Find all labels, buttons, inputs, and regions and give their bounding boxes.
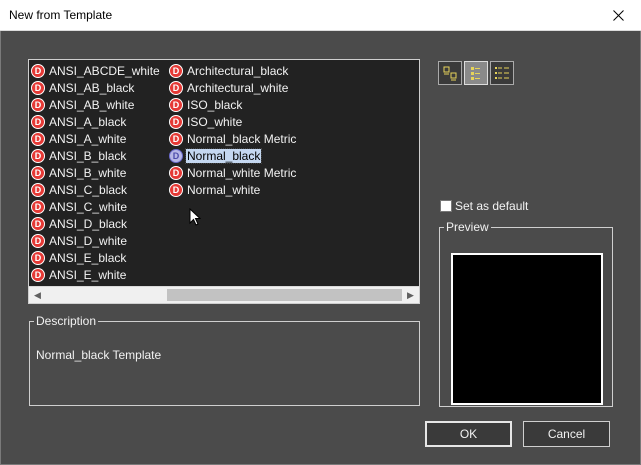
drawing-template-icon: D bbox=[31, 182, 45, 197]
template-item-label: ANSI_E_black bbox=[49, 250, 127, 265]
large-icons-view-button[interactable] bbox=[438, 61, 462, 85]
set-as-default-label: Set as default bbox=[455, 199, 529, 213]
template-item[interactable]: D ANSI_E_white bbox=[31, 266, 127, 283]
template-item[interactable]: D ANSI_C_white bbox=[31, 198, 128, 215]
template-item[interactable]: D Normal_white bbox=[169, 181, 261, 198]
details-view-button[interactable] bbox=[490, 61, 514, 85]
template-item[interactable]: D ANSI_A_white bbox=[31, 130, 127, 147]
template-item-label: Architectural_white bbox=[187, 80, 289, 95]
list-view-button[interactable] bbox=[464, 61, 488, 85]
template-item-label: ANSI_A_white bbox=[49, 131, 127, 146]
template-item[interactable]: D ISO_white bbox=[169, 113, 243, 130]
template-item[interactable]: D ANSI_AB_black bbox=[31, 79, 135, 96]
template-item-label: ANSI_B_black bbox=[49, 148, 127, 163]
horizontal-scrollbar[interactable]: ◀ ▶ bbox=[29, 286, 419, 303]
template-item[interactable]: D Normal_white Metric bbox=[169, 164, 297, 181]
template-item[interactable]: D ANSI_ABCDE_white bbox=[31, 62, 161, 79]
scroll-track[interactable] bbox=[167, 289, 402, 301]
drawing-template-icon: D bbox=[31, 267, 45, 282]
drawing-template-icon: D bbox=[169, 165, 183, 180]
template-item-label: ISO_black bbox=[187, 97, 243, 112]
drawing-template-icon: D bbox=[31, 199, 45, 214]
template-item[interactable]: D Architectural_white bbox=[169, 79, 289, 96]
template-item-label: Architectural_black bbox=[187, 63, 289, 78]
title-bar: New from Template bbox=[0, 0, 641, 31]
scroll-right-arrow[interactable]: ▶ bbox=[402, 287, 419, 303]
scroll-thumb[interactable] bbox=[46, 289, 167, 301]
template-item[interactable]: D Architectural_black bbox=[169, 62, 289, 79]
template-item-label: Normal_white bbox=[187, 182, 261, 197]
mouse-cursor-icon bbox=[189, 208, 201, 226]
large-icons-icon bbox=[443, 66, 457, 81]
template-item-label: ANSI_AB_white bbox=[49, 97, 135, 112]
preview-group: Preview bbox=[439, 220, 613, 407]
template-item[interactable]: D ANSI_A_black bbox=[31, 113, 127, 130]
drawing-template-icon: D bbox=[31, 114, 45, 129]
template-item-label: ISO_white bbox=[187, 114, 243, 129]
list-view-icon bbox=[471, 67, 480, 80]
template-item-label: ANSI_B_white bbox=[49, 165, 127, 180]
template-item[interactable]: D ANSI_E_black bbox=[31, 249, 127, 266]
drawing-template-icon: D bbox=[31, 148, 45, 163]
drawing-template-icon: D bbox=[31, 233, 45, 248]
template-item[interactable]: D ANSI_B_black bbox=[31, 147, 127, 164]
window-title: New from Template bbox=[9, 8, 113, 22]
checkbox-box[interactable] bbox=[440, 200, 452, 212]
view-mode-buttons bbox=[438, 61, 514, 85]
template-item-label: ANSI_C_black bbox=[49, 182, 128, 197]
template-item-label: Normal_white Metric bbox=[187, 165, 297, 180]
template-item[interactable]: D ANSI_AB_white bbox=[31, 96, 135, 113]
drawing-template-icon: D bbox=[169, 80, 183, 95]
template-item-label: Normal_black bbox=[184, 147, 263, 164]
template-item[interactable]: D ISO_black bbox=[169, 96, 243, 113]
drawing-template-icon: D bbox=[31, 165, 45, 180]
description-text: Normal_black Template bbox=[36, 348, 162, 362]
template-item-label: ANSI_ABCDE_white bbox=[49, 63, 160, 78]
drawing-template-icon: D bbox=[169, 182, 183, 197]
close-button[interactable] bbox=[595, 0, 641, 31]
details-view-icon bbox=[495, 67, 509, 79]
description-group: Description Normal_black Template bbox=[29, 314, 420, 406]
template-item[interactable]: D ANSI_D_white bbox=[31, 232, 128, 249]
template-item[interactable]: D ANSI_B_white bbox=[31, 164, 127, 181]
template-item[interactable]: D ANSI_D_black bbox=[31, 215, 128, 232]
template-list[interactable]: D ANSI_ABCDE_white D ANSI_AB_black D ANSI_AB_… bbox=[28, 59, 420, 304]
ok-button[interactable]: OK bbox=[425, 421, 512, 447]
set-as-default-checkbox[interactable]: Set as default bbox=[440, 199, 528, 213]
drawing-template-icon: D bbox=[31, 216, 45, 231]
template-item-label: ANSI_D_white bbox=[49, 233, 128, 248]
template-item-label: ANSI_A_black bbox=[49, 114, 127, 129]
description-legend: Description bbox=[36, 314, 97, 328]
drawing-template-icon: D bbox=[169, 114, 183, 129]
drawing-template-icon: D bbox=[31, 80, 45, 95]
preview-canvas bbox=[451, 253, 603, 405]
drawing-template-icon: D bbox=[31, 97, 45, 112]
drawing-template-icon: D bbox=[31, 63, 45, 78]
cancel-button[interactable]: Cancel bbox=[523, 421, 610, 447]
template-item[interactable]: D ANSI_C_black bbox=[31, 181, 128, 198]
template-item[interactable]: D Normal_black bbox=[169, 147, 263, 164]
drawing-template-icon: D bbox=[31, 131, 45, 146]
template-item-label: Normal_black Metric bbox=[187, 131, 297, 146]
drawing-template-icon: D bbox=[169, 148, 183, 163]
scroll-left-arrow[interactable]: ◀ bbox=[29, 287, 46, 303]
template-items: D ANSI_ABCDE_white D ANSI_AB_black D ANSI_AB_… bbox=[29, 60, 419, 286]
drawing-template-icon: D bbox=[31, 250, 45, 265]
template-item-label: ANSI_C_white bbox=[49, 199, 128, 214]
template-item-label: ANSI_AB_black bbox=[49, 80, 135, 95]
template-item-label: ANSI_D_black bbox=[49, 216, 128, 231]
drawing-template-icon: D bbox=[169, 97, 183, 112]
template-item-label: ANSI_E_white bbox=[49, 267, 127, 282]
drawing-template-icon: D bbox=[169, 131, 183, 146]
close-icon bbox=[612, 10, 624, 21]
preview-legend: Preview bbox=[446, 220, 489, 234]
template-item[interactable]: D Normal_black Metric bbox=[169, 130, 297, 147]
drawing-template-icon: D bbox=[169, 63, 183, 78]
